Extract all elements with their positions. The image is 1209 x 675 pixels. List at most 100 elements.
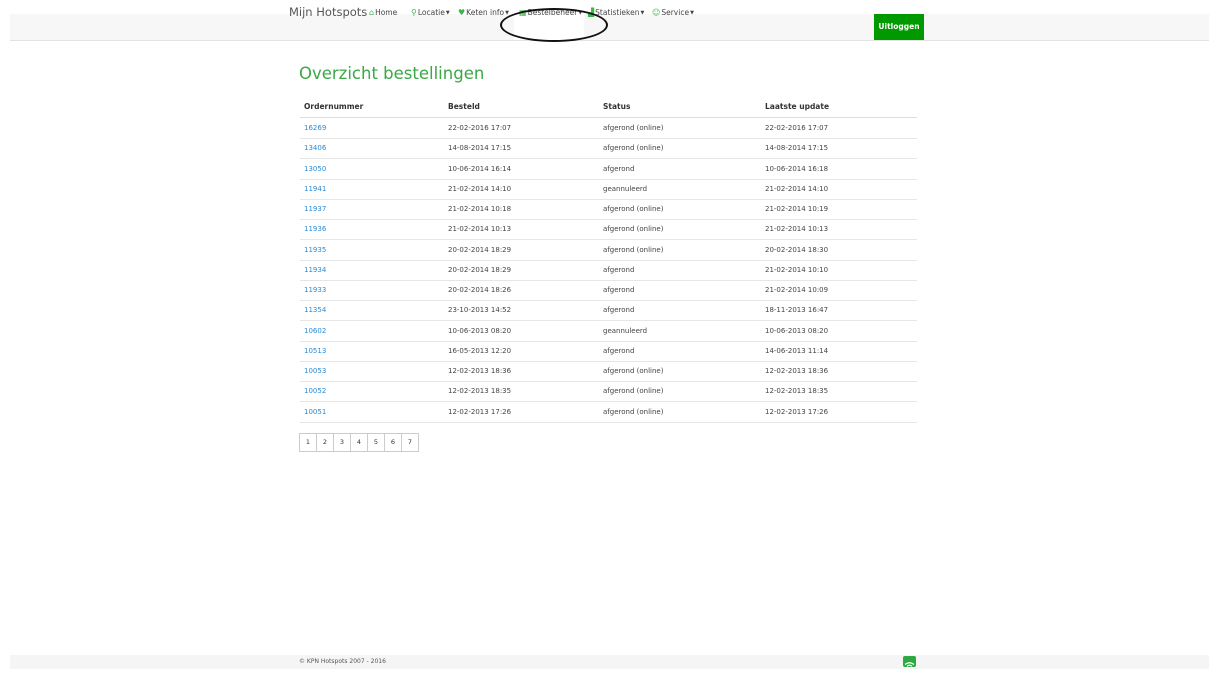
table-row: 10053 12-02-2013 18:36 afgerond (online) 12… [300,361,917,383]
nav-keten-info-label: Keten info [466,8,505,17]
page-button-2[interactable]: 2 [316,433,334,452]
order-link[interactable]: 10053 [304,367,326,375]
order-link[interactable]: 11936 [304,225,326,233]
table-row: 11936 21-02-2014 10:13 afgerond (online) 21… [300,219,917,241]
page-button-7[interactable]: 7 [401,433,419,452]
last-update-cell: 12-02-2013 18:36 [765,367,829,375]
last-update-cell: 12-02-2013 18:35 [765,387,829,396]
order-link[interactable]: 10513 [304,347,326,355]
order-link[interactable]: 10602 [304,327,326,335]
nav-home[interactable]: ⌂Home [369,8,397,17]
last-update-cell: 12-02-2013 17:26 [765,407,829,416]
page-button-6[interactable]: 6 [384,433,402,452]
nav-keten-info[interactable]: ♥Keten info▼ [458,8,509,17]
order-number-link[interactable]: 11354 [304,306,326,314]
order-link[interactable]: 11354 [304,306,326,314]
last-update-cell: 21-02-2014 10:09 [765,286,829,294]
ordered-date-cell: 10-06-2013 08:20 [448,326,512,335]
order-number-link[interactable]: 10602 [304,327,326,335]
table-row: 11934 20-02-2014 18:29 afgerond 21-02-2014 … [300,260,917,281]
ordered-date-cell: 21-02-2014 10:18 [448,205,512,213]
ordered-date-cell: 22-02-2016 17:07 [448,124,512,132]
caret-down-icon: ▼ [445,10,450,16]
nav-service[interactable]: ☺Service▼ [652,8,694,17]
order-link[interactable]: 11941 [304,185,326,193]
table-row: 11937 21-02-2014 10:18 afgerond (online) 21… [300,199,917,221]
last-update-cell: 22-02-2016 17:07 [765,124,829,132]
status-cell: afgerond (online) [603,205,664,213]
order-number-link[interactable]: 13406 [304,144,326,152]
table-row: 13406 14-08-2014 17:15 afgerond (online) 14… [300,138,917,160]
table-row: 10052 12-02-2013 18:35 afgerond (online) 12… [300,381,917,403]
order-number-link[interactable]: 10053 [304,367,326,375]
status-cell: afgerond [603,164,635,173]
order-number-link[interactable]: 11941 [304,185,326,193]
page-title: Overzicht bestellingen [299,64,485,83]
nav-statistieken-label: Statistieken [595,8,640,17]
order-link[interactable]: 11934 [304,266,326,274]
order-link[interactable]: 11937 [304,205,326,213]
order-link[interactable]: 10052 [304,387,326,395]
last-update-cell: 14-06-2013 11:14 [765,346,829,355]
status-cell: afgerond [603,265,635,274]
ordered-date-cell: 21-02-2014 10:13 [448,225,512,234]
ordered-date-cell: 20-02-2014 18:26 [448,286,512,294]
status-cell: afgerond [603,286,635,294]
order-link[interactable]: 11935 [304,246,326,254]
ordered-date-cell: 12-02-2013 18:35 [448,387,512,396]
last-update-cell: 10-06-2014 16:18 [765,164,829,173]
wifi-icon [903,656,916,670]
order-link[interactable]: 11933 [304,286,326,294]
order-number-link[interactable]: 11935 [304,246,326,254]
status-cell: geannuleerd [603,326,648,335]
page-button-4[interactable]: 4 [350,433,368,452]
footer [10,655,1209,669]
service-icon: ☺ [652,8,661,17]
table-row: 10051 12-02-2013 17:26 afgerond (online) 12… [300,402,917,423]
shield-icon: ♥ [458,8,466,17]
order-number-link[interactable]: 11936 [304,225,326,233]
order-number-link[interactable]: 16269 [304,124,326,132]
caret-down-icon: ▼ [640,10,645,16]
navbar [10,14,1209,41]
pagination: 1 2 3 4 5 6 7 [299,433,419,452]
status-cell: afgerond (online) [603,407,664,416]
copyright-text: © KPN Hotspots 2007 - 2016 [299,658,386,665]
status-cell: afgerond (online) [603,144,664,153]
page-button-1[interactable]: 1 [299,433,317,452]
order-link[interactable]: 13050 [304,165,326,173]
order-number-link[interactable]: 11934 [304,266,326,274]
ordered-date-cell: 23-10-2013 14:52 [448,306,512,315]
status-cell: afgerond (online) [603,124,664,132]
ordered-date-cell: 20-02-2014 18:29 [448,245,512,254]
order-number-link[interactable]: 11933 [304,286,326,294]
last-update-cell: 21-02-2014 10:19 [765,205,829,213]
status-cell: afgerond (online) [603,387,664,396]
table-row: 16269 22-02-2016 17:07 afgerond (online) 22… [300,118,917,140]
brand-title[interactable]: Mijn Hotspots [289,5,367,19]
order-link[interactable]: 10051 [304,408,326,416]
column-header-laatste-update: Laatste update [765,102,830,111]
order-number-link[interactable]: 10052 [304,387,326,395]
column-header-status: Status [603,102,631,111]
last-update-cell: 10-06-2013 08:20 [765,326,829,335]
annotation-circle [500,8,608,42]
table-row: 11933 20-02-2014 18:26 afgerond 21-02-2014 … [300,280,917,302]
status-cell: afgerond (online) [603,225,664,234]
table-row: 10602 10-06-2013 08:20 geannuleerd 10-06-20… [300,321,917,342]
page-button-5[interactable]: 5 [367,433,385,452]
status-cell: afgerond (online) [603,245,664,254]
ordered-date-cell: 16-05-2013 12:20 [448,346,512,355]
order-number-link[interactable]: 11937 [304,205,326,213]
nav-locatie-label: Locatie [417,8,445,17]
order-link[interactable]: 16269 [304,124,326,132]
order-number-link[interactable]: 10513 [304,347,326,355]
order-number-link[interactable]: 13050 [304,165,326,173]
page-button-3[interactable]: 3 [333,433,351,452]
last-update-cell: 21-02-2014 10:13 [765,225,829,234]
logout-button[interactable]: Uitloggen [874,14,924,40]
nav-locatie[interactable]: ⚲Locatie▼ [411,8,450,17]
status-cell: geannuleerd [603,184,648,193]
order-link[interactable]: 13406 [304,144,326,152]
order-number-link[interactable]: 10051 [304,408,326,416]
